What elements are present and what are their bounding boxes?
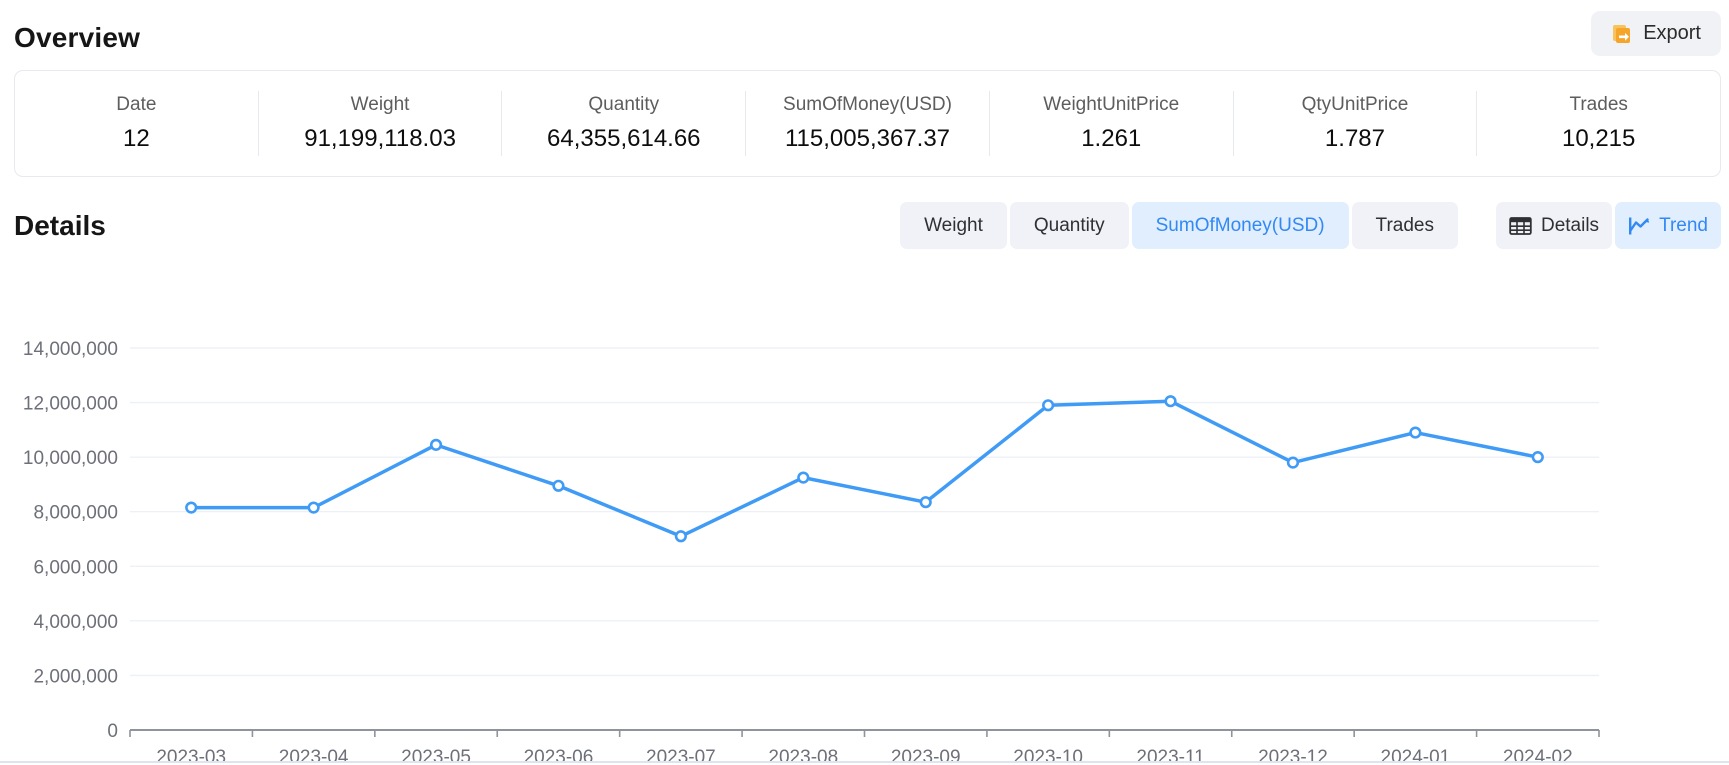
data-point-marker[interactable] [309,503,319,513]
dashboard-page: Overview Export Date 12 Weight 91,199,11… [0,0,1729,765]
stat-label: SumOfMoney(USD) [783,94,952,116]
stat-label: Quantity [588,94,659,116]
overview-stats-card: Date 12 Weight 91,199,118.03 Quantity 64… [14,70,1721,177]
data-point-marker[interactable] [798,473,808,483]
stat-value: 12 [123,125,150,153]
tab-label: SumOfMoney(USD) [1156,215,1325,237]
tab-label: Details [1541,215,1599,237]
data-point-marker[interactable] [1533,452,1543,462]
export-file-icon [1609,22,1633,46]
stat-label: Date [116,94,156,116]
tab-details-view[interactable]: Details [1496,202,1612,249]
data-point-marker[interactable] [676,531,686,541]
trend-chart[interactable]: 0 2,000,000 4,000,000 6,000,000 8,000,000 10,… [0,300,1729,762]
y-tick-label: 2,000,000 [33,666,118,687]
stat-value: 91,199,118.03 [304,125,456,153]
stat-weight-unit-price: WeightUnitPrice 1.261 [990,91,1234,156]
x-tick-label: 2023-12 [1258,747,1328,762]
tab-label: Quantity [1034,215,1105,237]
export-button[interactable]: Export [1591,11,1721,56]
tab-label: Weight [924,215,983,237]
table-icon [1509,216,1532,236]
trend-line [191,401,1538,536]
data-point-marker[interactable] [1043,401,1053,411]
x-tick-label: 2023-09 [891,747,961,762]
stat-qty-unit-price: QtyUnitPrice 1.787 [1234,91,1478,156]
stat-value: 10,215 [1562,125,1635,153]
trend-icon [1628,216,1650,236]
y-tick-label: 10,000,000 [23,448,118,469]
bottom-divider [0,761,1729,763]
x-tick-label: 2023-04 [279,747,349,762]
stat-value: 1.787 [1325,125,1385,153]
stat-trades: Trades 10,215 [1477,91,1720,156]
overview-heading: Overview [14,22,140,54]
export-button-label: Export [1643,22,1701,45]
details-heading: Details [14,210,106,242]
x-tick-label: 2023-05 [401,747,471,762]
stat-sum-of-money: SumOfMoney(USD) 115,005,367.37 [746,91,990,156]
trend-line-chart-svg: 0 2,000,000 4,000,000 6,000,000 8,000,000 10,… [0,300,1729,762]
tab-trend-view[interactable]: Trend [1615,202,1721,249]
y-tick-label: 14,000,000 [23,339,118,360]
tab-label: Trend [1659,215,1708,237]
stat-value: 1.261 [1081,125,1141,153]
stat-label: Weight [351,94,410,116]
data-point-marker[interactable] [186,503,196,513]
stat-label: WeightUnitPrice [1043,94,1179,116]
x-tick-label: 2023-07 [646,747,716,762]
stat-value: 64,355,614.66 [547,125,700,153]
y-tick-label: 12,000,000 [23,394,118,415]
data-point-marker[interactable] [921,497,931,507]
y-tick-label: 4,000,000 [33,612,118,633]
tab-sum-of-money[interactable]: SumOfMoney(USD) [1132,202,1349,249]
y-tick-label: 6,000,000 [33,557,118,578]
x-tick-label: 2023-10 [1013,747,1083,762]
y-tick-label: 8,000,000 [33,503,118,524]
x-tick-label: 2023-06 [524,747,594,762]
tab-weight[interactable]: Weight [900,202,1007,249]
metric-tab-group: Weight Quantity SumOfMoney(USD) Trades [900,202,1458,249]
data-point-marker[interactable] [1166,396,1176,406]
stat-label: Trades [1569,94,1627,116]
stat-label: QtyUnitPrice [1302,94,1409,116]
tab-trades[interactable]: Trades [1352,202,1458,249]
x-tick-label: 2023-03 [156,747,226,762]
details-toolbar: Details Weight Quantity SumOfMoney(USD) … [14,202,1721,249]
tab-quantity[interactable]: Quantity [1010,202,1129,249]
view-tab-group: Details Trend [1496,202,1721,249]
stat-date: Date 12 [15,91,259,156]
tab-label: Trades [1376,215,1434,237]
data-point-marker[interactable] [1411,428,1421,438]
stat-quantity: Quantity 64,355,614.66 [502,91,746,156]
stat-value: 115,005,367.37 [785,125,950,153]
data-point-marker[interactable] [554,481,564,491]
y-tick-label: 0 [107,721,118,742]
x-tick-label: 2023-11 [1136,747,1204,762]
x-tick-label: 2024-02 [1503,747,1573,762]
x-tick-label: 2023-08 [768,747,838,762]
data-point-marker[interactable] [1288,458,1298,468]
data-point-marker[interactable] [431,440,441,450]
x-tick-label: 2024-01 [1381,747,1451,762]
stat-weight: Weight 91,199,118.03 [259,91,503,156]
